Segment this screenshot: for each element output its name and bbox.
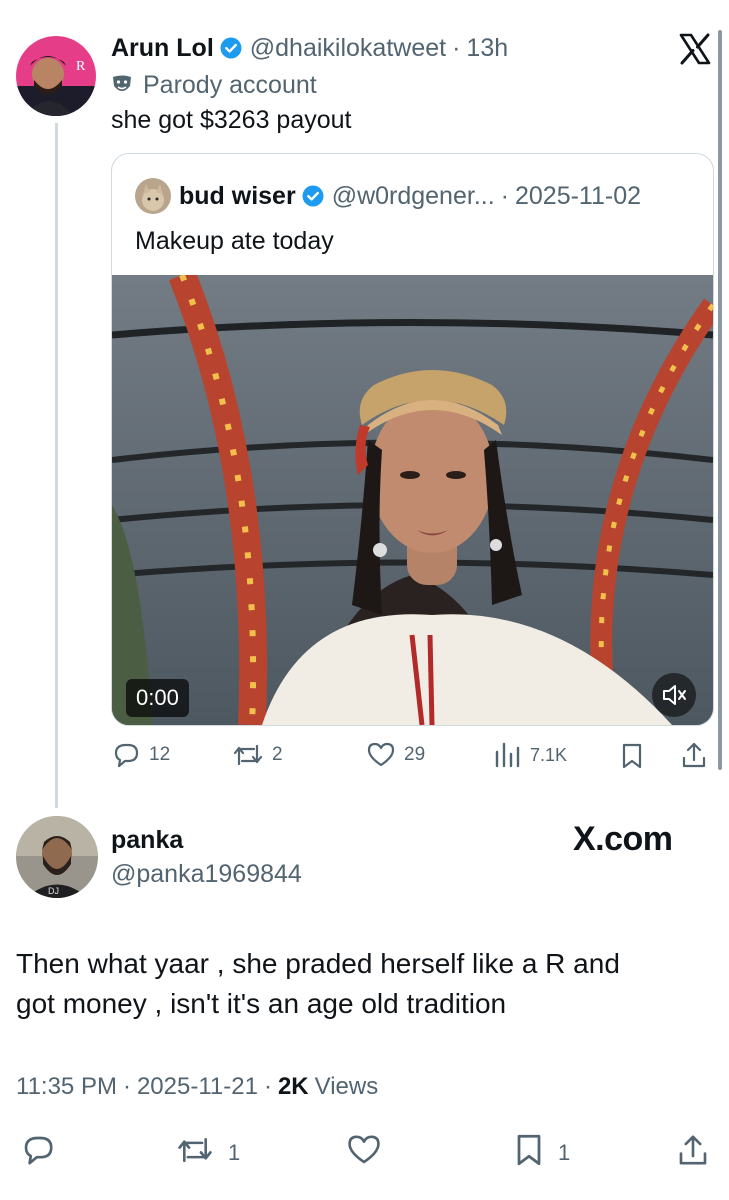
quoted-author-avatar [135,178,171,214]
like-action[interactable]: 29 [366,740,425,770]
reply-time[interactable]: 11:35 PM [16,1073,117,1101]
svg-text:R: R [76,59,86,74]
heart-icon [366,740,396,770]
repost-count: 2 [272,744,283,765]
separator-dot: · [122,1073,131,1100]
video-timestamp: 0:00 [126,679,189,717]
quoted-tweet-text: Makeup ate today [135,227,334,255]
author-name[interactable]: Arun Lol [111,34,214,63]
repost-icon [176,1132,214,1174]
reply-like-action[interactable] [346,1132,382,1174]
reply-author-handle[interactable]: @panka1969844 [111,860,302,889]
separator-dot: · [452,33,461,62]
reply-date[interactable]: 2025-11-21 [137,1073,258,1101]
reply-author-name[interactable]: panka [111,826,183,855]
reply-author-avatar[interactable]: DJ [16,816,98,898]
bookmark-icon [514,1132,544,1174]
analytics-icon [494,740,522,770]
separator-dot: · [263,1073,272,1100]
mute-icon[interactable] [652,673,696,717]
reply-icon [20,1132,56,1174]
scrollbar[interactable] [718,30,722,770]
reply-reply-action[interactable] [20,1132,56,1174]
view-count: 7.1K [530,744,568,765]
heart-icon [346,1132,382,1174]
share-icon [680,740,708,770]
video-time-text: 0:00 [136,685,179,710]
x-logo-icon[interactable] [678,32,712,66]
quoted-tweet-card[interactable]: bud wiser @w0rdgener... · 2025-11-02 Mak… [111,153,714,726]
quoted-video[interactable]: 0:00 [112,275,713,725]
reply-repost-count: 1 [228,1140,241,1165]
theater-mask-icon [111,74,133,96]
quoted-author-name[interactable]: bud wiser [179,182,296,211]
verified-badge-icon [220,37,242,59]
bookmark-icon [620,742,644,770]
like-count: 29 [404,744,426,765]
share-icon [676,1132,710,1174]
verified-badge-icon [302,185,324,207]
reply-views-count: 2K [277,1073,309,1100]
author-avatar[interactable]: R [16,36,96,116]
views-action[interactable]: 7.1K [494,740,567,770]
reply-bookmark-action[interactable]: 1 [514,1132,570,1174]
quoted-author-handle[interactable]: @w0rdgener... [332,182,495,211]
thread-connector-line [55,123,58,808]
tweet-time[interactable]: 13h [466,34,508,63]
video-frame-image [112,275,713,725]
reply-text-line-1: Then what yaar , she praded herself like… [16,948,620,979]
bookmark-action[interactable] [620,742,644,770]
tweet-text: she got $3263 payout [111,106,352,134]
repost-icon [232,740,264,770]
xcom-watermark: X.com [573,820,673,858]
reply-bookmark-count: 1 [558,1140,571,1165]
reply-icon [111,740,141,770]
reply-repost-action[interactable]: 1 [176,1132,240,1174]
reply-views-label: Views [314,1073,379,1100]
quoted-tweet-date[interactable]: 2025-11-02 [515,182,641,211]
parody-label: Parody account [143,70,317,99]
svg-text:DJ: DJ [48,886,59,896]
reply-action[interactable]: 12 [111,740,170,770]
repost-action[interactable]: 2 [232,740,283,770]
reply-text-line-2: got money , isn't it's an age old tradit… [16,988,507,1019]
reply-count: 12 [149,744,171,765]
author-handle[interactable]: @dhaikilokatweet [250,34,446,63]
share-action[interactable] [680,740,708,770]
separator-dot: · [500,181,509,210]
reply-share-action[interactable] [676,1132,710,1174]
